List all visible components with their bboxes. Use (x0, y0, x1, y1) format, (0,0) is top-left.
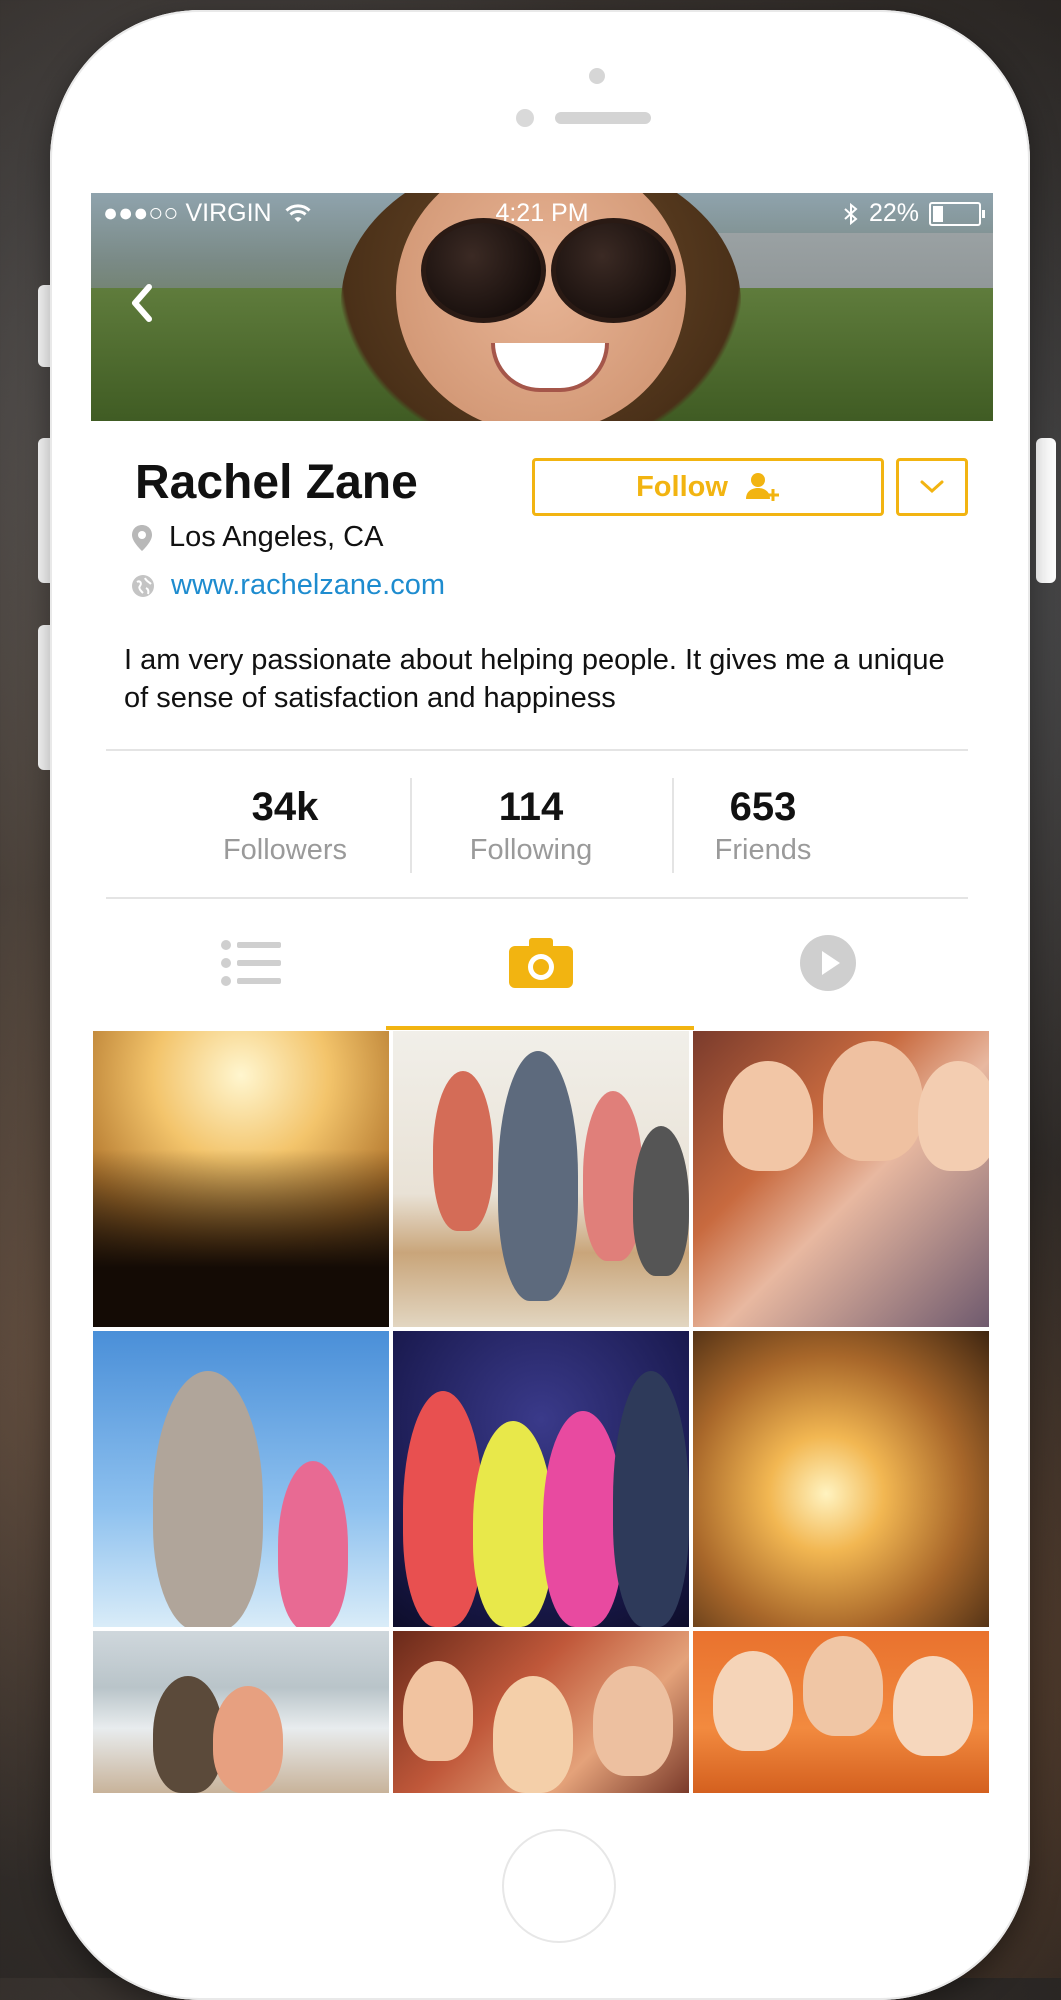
photo-face (918, 1061, 989, 1171)
photo-face (803, 1636, 883, 1736)
photo-person (498, 1051, 578, 1301)
battery-fill (933, 205, 943, 222)
photo-person (433, 1071, 493, 1231)
profile-bio: I am very passionate about helping peopl… (124, 644, 945, 714)
photo-face (723, 1061, 813, 1171)
photo-sunset-beach (693, 1331, 989, 1627)
photo-thumbnail[interactable] (693, 1031, 989, 1327)
cover-photo: ●●●○○ VIRGIN 4:21 PM 22% (91, 193, 993, 421)
photo-person (278, 1461, 348, 1627)
battery-icon (929, 201, 985, 226)
website-link[interactable]: www.rachelzane.com (171, 569, 445, 602)
follow-button[interactable]: Follow (532, 458, 884, 516)
stat-value: 114 (498, 785, 564, 829)
globe-icon (132, 574, 154, 597)
photo-face (403, 1661, 473, 1761)
photo-concert-crowd (93, 1031, 389, 1327)
app-screen: ●●●○○ VIRGIN 4:21 PM 22% Rachel Zane Fol… (91, 193, 993, 1793)
camera-icon (509, 938, 573, 988)
photo-face (823, 1041, 923, 1161)
bluetooth-icon (844, 202, 858, 225)
photo-face (893, 1656, 973, 1756)
stat-value: 34k (251, 785, 319, 829)
stat-label: Following (469, 834, 593, 866)
photo-person (403, 1391, 483, 1627)
photo-person (613, 1371, 689, 1627)
photo-person (213, 1686, 283, 1793)
active-tab-indicator (386, 1026, 694, 1030)
website-row[interactable]: www.rachelzane.com (131, 569, 445, 602)
profile-name: Rachel Zane (135, 456, 418, 509)
stat-label: Friends (714, 834, 812, 866)
chevron-down-icon (920, 480, 944, 494)
status-bar: ●●●○○ VIRGIN 4:21 PM 22% (91, 193, 993, 237)
earpiece-speaker (555, 112, 651, 124)
photo-thumbnail[interactable] (693, 1631, 989, 1793)
photo-thumbnail[interactable] (393, 1031, 689, 1327)
photo-thumbnail[interactable] (393, 1631, 689, 1793)
list-icon (221, 940, 281, 986)
location-row: Los Angeles, CA (131, 521, 383, 554)
photo-thumbnail[interactable] (693, 1331, 989, 1627)
tab-videos[interactable] (768, 923, 888, 1003)
more-options-button[interactable] (896, 458, 968, 516)
status-right: 22% (843, 199, 985, 228)
photo-thumbnail[interactable] (93, 1631, 389, 1793)
photo-thumbnail[interactable] (393, 1331, 689, 1627)
stat-value: 653 (729, 785, 797, 829)
divider (106, 749, 968, 751)
front-camera (589, 68, 605, 84)
stat-friends[interactable]: 653 Friends (663, 783, 863, 869)
divider (106, 897, 968, 899)
photo-thumbnail[interactable] (93, 1031, 389, 1327)
sensor-dot (516, 109, 534, 127)
stat-followers[interactable]: 34k Followers (185, 783, 385, 869)
location-text: Los Angeles, CA (169, 521, 384, 553)
photo-person (153, 1371, 263, 1627)
phone-side-button (1036, 438, 1056, 583)
tab-list[interactable] (191, 923, 311, 1003)
home-button[interactable] (502, 1829, 616, 1943)
photo-person (473, 1421, 553, 1627)
add-user-icon (745, 473, 779, 501)
tab-photos[interactable] (481, 923, 601, 1003)
battery-percent: 22% (868, 199, 919, 227)
photo-person (633, 1126, 689, 1276)
photo-thumbnail[interactable] (93, 1331, 389, 1627)
photo-face (713, 1651, 793, 1751)
photo-person (543, 1411, 623, 1627)
stat-label: Followers (222, 834, 348, 866)
location-pin-icon (132, 524, 152, 551)
back-button[interactable] (129, 283, 155, 334)
photo-face (593, 1666, 673, 1776)
stat-following[interactable]: 114 Following (431, 783, 631, 869)
play-icon (800, 935, 856, 991)
follow-label: Follow (636, 470, 728, 503)
chevron-left-icon (132, 284, 152, 322)
stat-separator (410, 778, 412, 873)
photo-face (493, 1676, 573, 1793)
